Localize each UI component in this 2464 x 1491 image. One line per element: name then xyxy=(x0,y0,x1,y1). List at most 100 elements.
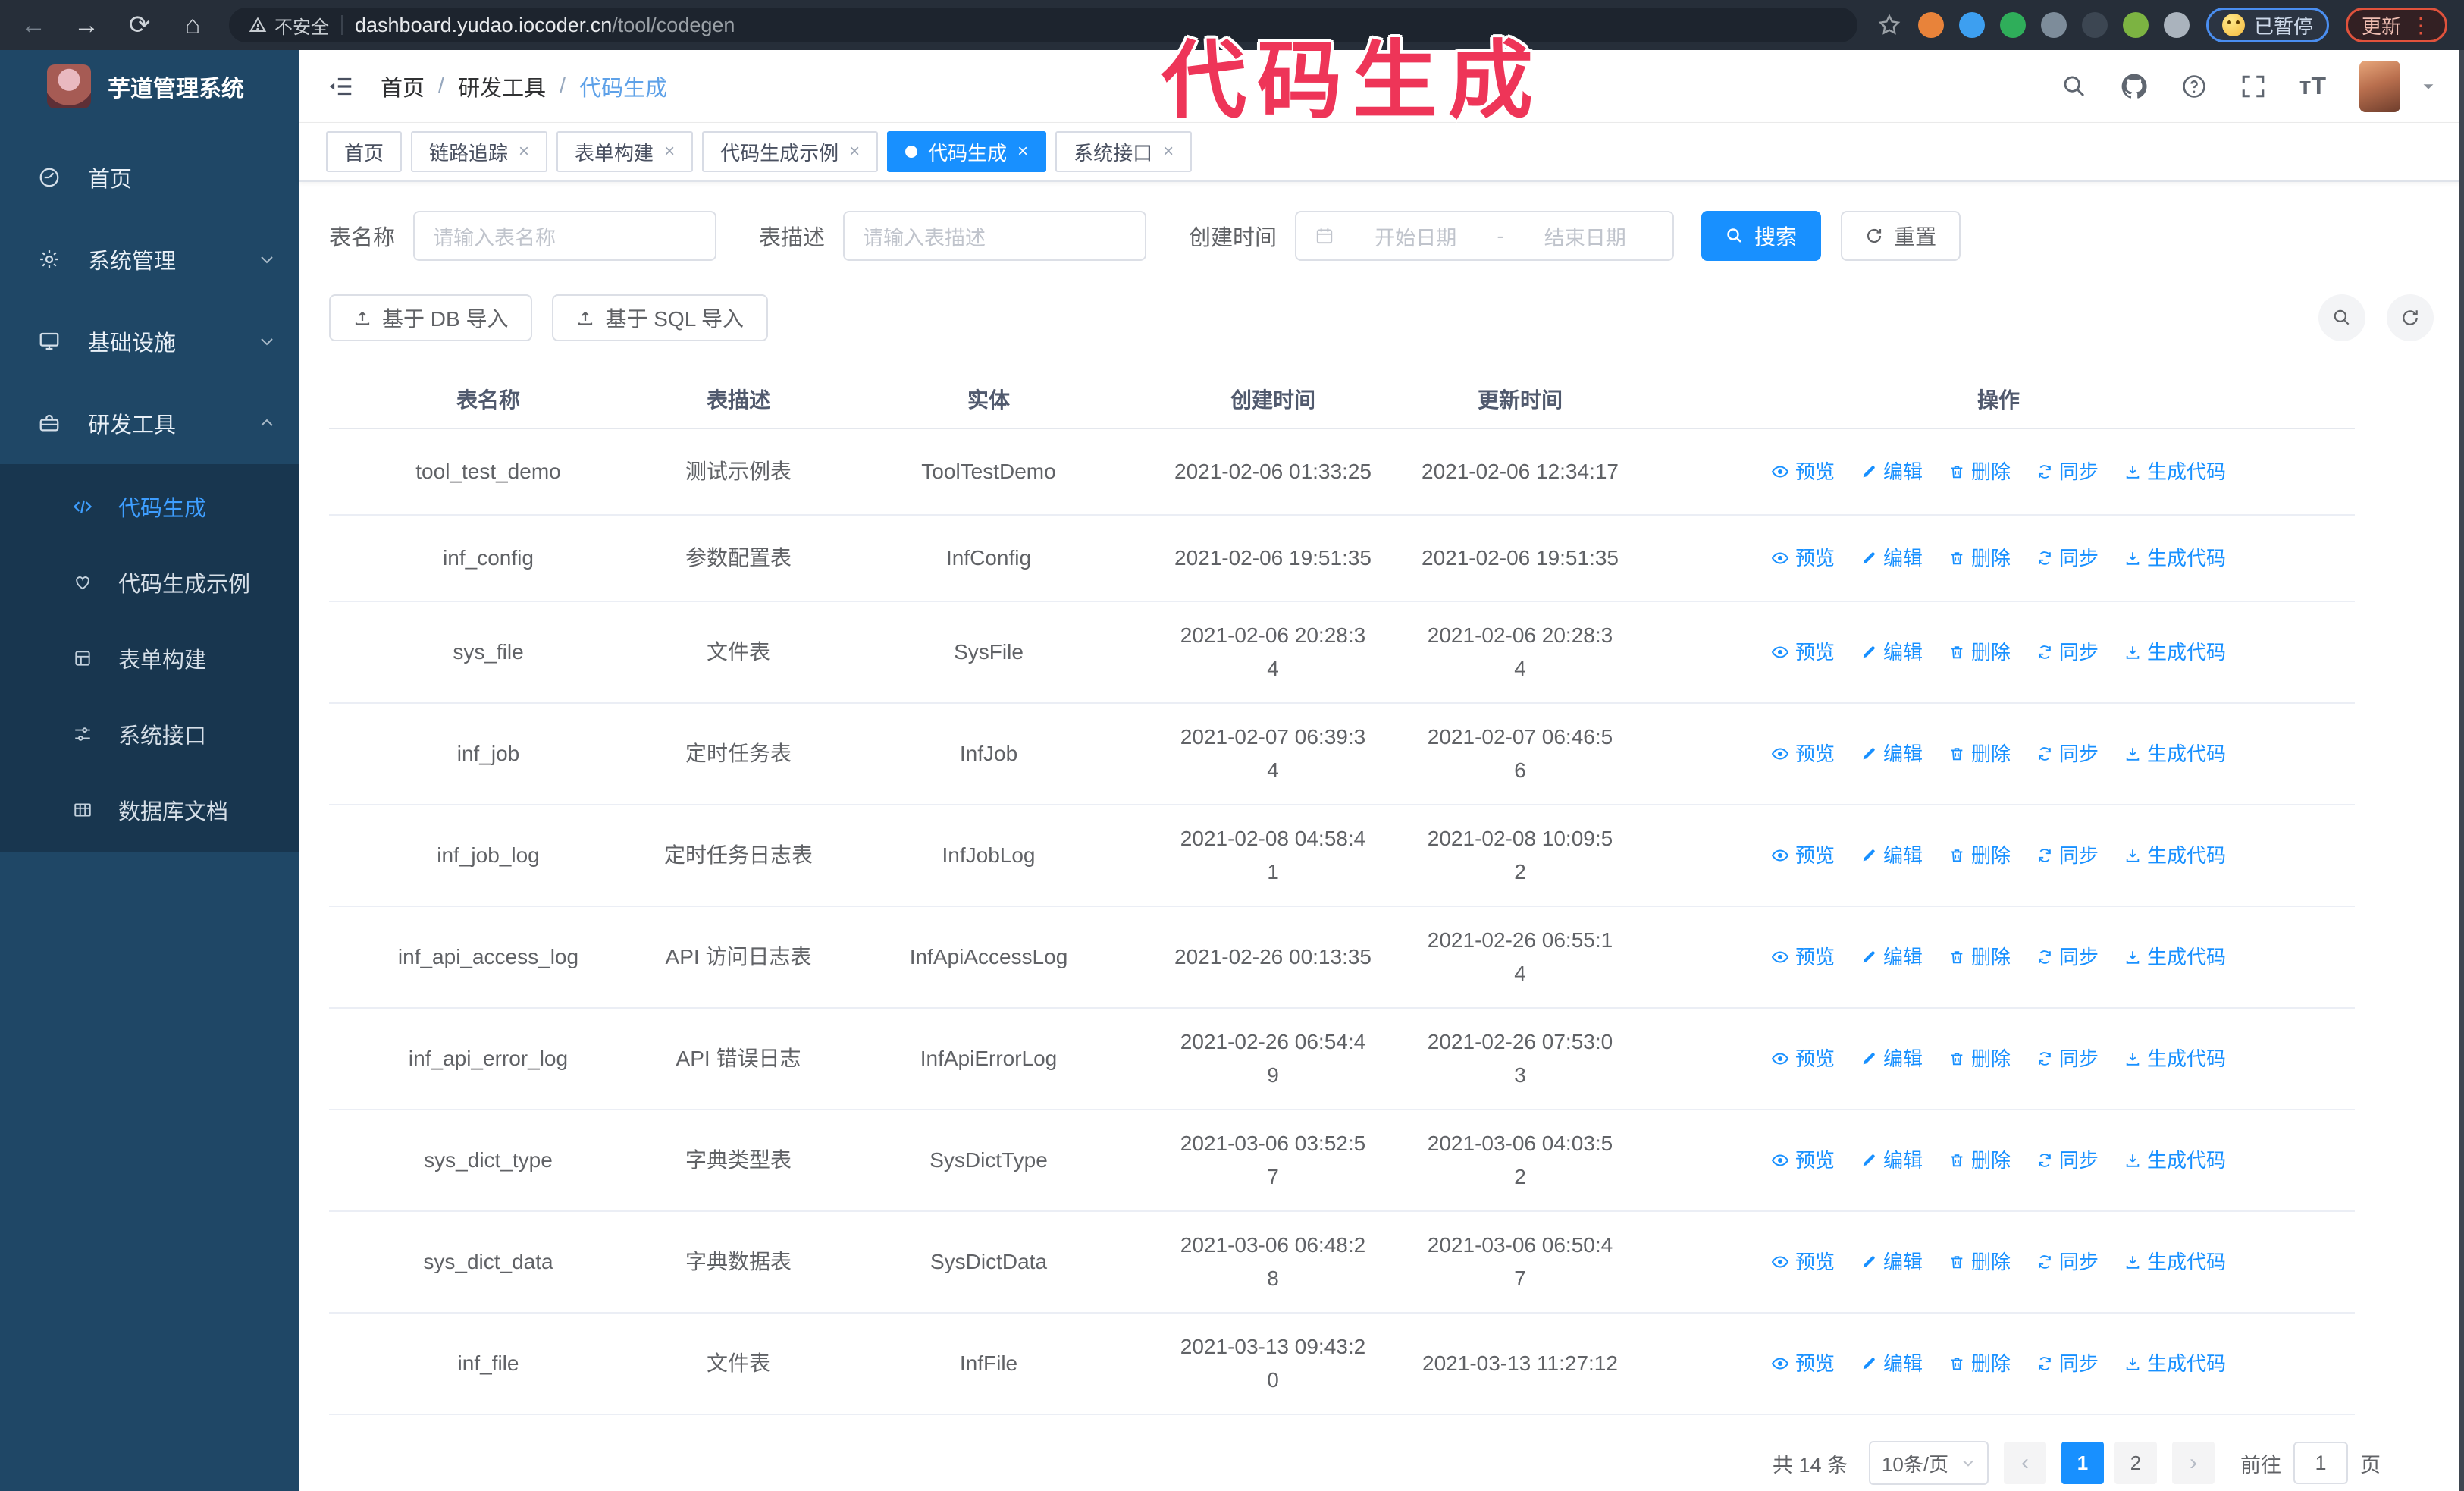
action-生成代码-link[interactable]: 生成代码 xyxy=(2124,455,2226,488)
action-删除-link[interactable]: 删除 xyxy=(1948,1347,2011,1380)
tab-首页[interactable]: 首页 xyxy=(326,131,403,172)
action-同步-link[interactable]: 同步 xyxy=(2036,1042,2099,1075)
action-预览-link[interactable]: 预览 xyxy=(1771,737,1835,771)
page-size-select[interactable]: 10条/页 xyxy=(1869,1441,1989,1485)
sidebar-item-基础设施[interactable]: 基础设施 xyxy=(0,300,299,382)
tab-close-icon[interactable]: × xyxy=(849,141,860,162)
app-logo[interactable]: 芋道管理系统 xyxy=(0,50,299,123)
action-编辑-link[interactable]: 编辑 xyxy=(1861,541,1923,575)
date-range-picker[interactable]: 开始日期 - 结束日期 xyxy=(1295,211,1675,261)
end-date-placeholder[interactable]: 结束日期 xyxy=(1516,221,1655,251)
action-同步-link[interactable]: 同步 xyxy=(2036,940,2099,974)
sidebar-item-首页[interactable]: 首页 xyxy=(0,137,299,218)
tab-代码生成[interactable]: 代码生成 × xyxy=(887,131,1047,172)
action-生成代码-link[interactable]: 生成代码 xyxy=(2124,1347,2226,1380)
action-删除-link[interactable]: 删除 xyxy=(1948,1042,2011,1075)
help-icon[interactable] xyxy=(2181,74,2207,99)
browser-menu-icon[interactable]: ⋮ xyxy=(2410,13,2431,38)
action-同步-link[interactable]: 同步 xyxy=(2036,1347,2099,1380)
sidebar-subitem-数据库文档[interactable]: 数据库文档 xyxy=(0,772,299,848)
action-预览-link[interactable]: 预览 xyxy=(1771,940,1835,974)
refresh-table-button[interactable] xyxy=(2387,294,2434,341)
toggle-search-button[interactable] xyxy=(2318,294,2365,341)
action-预览-link[interactable]: 预览 xyxy=(1771,636,1835,669)
star-icon[interactable] xyxy=(1877,13,1901,37)
table-name-input[interactable]: 请输入表名称 xyxy=(413,211,717,261)
action-删除-link[interactable]: 删除 xyxy=(1948,541,2011,575)
tab-close-icon[interactable]: × xyxy=(1017,141,1028,162)
tab-链路追踪[interactable]: 链路追踪 × xyxy=(411,131,548,172)
import-db-button[interactable]: 基于 DB 导入 xyxy=(329,294,533,341)
action-预览-link[interactable]: 预览 xyxy=(1771,1144,1835,1177)
extension-gray-grid-icon[interactable] xyxy=(2040,12,2067,38)
action-编辑-link[interactable]: 编辑 xyxy=(1861,940,1923,974)
action-编辑-link[interactable]: 编辑 xyxy=(1861,839,1923,872)
action-同步-link[interactable]: 同步 xyxy=(2036,636,2099,669)
tab-系统接口[interactable]: 系统接口 × xyxy=(1055,131,1193,172)
action-同步-link[interactable]: 同步 xyxy=(2036,1245,2099,1279)
address-bar[interactable]: 不安全 dashboard.yudao.iocoder.cn/tool/code… xyxy=(229,8,1857,42)
sidebar-subitem-系统接口[interactable]: 系统接口 xyxy=(0,696,299,772)
page-button-1[interactable]: 1 xyxy=(2061,1442,2104,1484)
action-删除-link[interactable]: 删除 xyxy=(1948,636,2011,669)
reload-icon[interactable]: ⟳ xyxy=(123,10,156,40)
action-编辑-link[interactable]: 编辑 xyxy=(1861,636,1923,669)
breadcrumb-home[interactable]: 首页 xyxy=(381,71,425,102)
action-生成代码-link[interactable]: 生成代码 xyxy=(2124,1042,2226,1075)
action-编辑-link[interactable]: 编辑 xyxy=(1861,1245,1923,1279)
prev-page-button[interactable]: ‹ xyxy=(2004,1442,2046,1484)
action-生成代码-link[interactable]: 生成代码 xyxy=(2124,839,2226,872)
action-生成代码-link[interactable]: 生成代码 xyxy=(2124,1245,2226,1279)
sidebar-subitem-代码生成[interactable]: 代码生成 xyxy=(0,469,299,545)
tab-close-icon[interactable]: × xyxy=(519,141,529,162)
action-删除-link[interactable]: 删除 xyxy=(1948,455,2011,488)
extension-green-person-icon[interactable] xyxy=(2122,12,2149,38)
action-生成代码-link[interactable]: 生成代码 xyxy=(2124,737,2226,771)
github-icon[interactable] xyxy=(2121,73,2148,100)
action-同步-link[interactable]: 同步 xyxy=(2036,1144,2099,1177)
action-同步-link[interactable]: 同步 xyxy=(2036,839,2099,872)
font-size-icon[interactable]: тT xyxy=(2299,72,2326,100)
chrome-update-button[interactable]: 更新 ⋮ xyxy=(2345,8,2447,42)
action-编辑-link[interactable]: 编辑 xyxy=(1861,455,1923,488)
goto-page-input[interactable]: 1 xyxy=(2293,1442,2348,1484)
not-secure-warning[interactable]: 不安全 xyxy=(249,12,329,39)
action-生成代码-link[interactable]: 生成代码 xyxy=(2124,541,2226,575)
action-生成代码-link[interactable]: 生成代码 xyxy=(2124,940,2226,974)
action-删除-link[interactable]: 删除 xyxy=(1948,1144,2011,1177)
action-编辑-link[interactable]: 编辑 xyxy=(1861,1144,1923,1177)
action-编辑-link[interactable]: 编辑 xyxy=(1861,1347,1923,1380)
action-编辑-link[interactable]: 编辑 xyxy=(1861,1042,1923,1075)
action-同步-link[interactable]: 同步 xyxy=(2036,737,2099,771)
action-删除-link[interactable]: 删除 xyxy=(1948,737,2011,771)
tab-代码生成示例[interactable]: 代码生成示例 × xyxy=(702,131,879,172)
action-预览-link[interactable]: 预览 xyxy=(1771,839,1835,872)
search-button[interactable]: 搜索 xyxy=(1701,211,1822,261)
next-page-button[interactable]: › xyxy=(2172,1442,2215,1484)
forward-icon[interactable]: → xyxy=(70,11,103,40)
table-desc-input[interactable]: 请输入表描述 xyxy=(843,211,1147,261)
page-button-2[interactable]: 2 xyxy=(2114,1442,2157,1484)
start-date-placeholder[interactable]: 开始日期 xyxy=(1346,221,1485,251)
reset-button[interactable]: 重置 xyxy=(1841,211,1961,261)
tab-close-icon[interactable]: × xyxy=(664,141,675,162)
action-删除-link[interactable]: 删除 xyxy=(1948,940,2011,974)
user-menu-caret-icon[interactable] xyxy=(2420,78,2437,95)
sidebar-subitem-代码生成示例[interactable]: 代码生成示例 xyxy=(0,545,299,620)
action-同步-link[interactable]: 同步 xyxy=(2036,455,2099,488)
action-预览-link[interactable]: 预览 xyxy=(1771,1042,1835,1075)
back-icon[interactable]: ← xyxy=(17,11,50,40)
fullscreen-icon[interactable] xyxy=(2240,74,2266,99)
extension-puzzle-icon[interactable] xyxy=(2163,12,2190,38)
extension-green-check-icon[interactable] xyxy=(1999,12,2026,38)
action-编辑-link[interactable]: 编辑 xyxy=(1861,737,1923,771)
import-sql-button[interactable]: 基于 SQL 导入 xyxy=(552,294,769,341)
action-预览-link[interactable]: 预览 xyxy=(1771,1245,1835,1279)
search-icon[interactable] xyxy=(2061,74,2087,99)
action-生成代码-link[interactable]: 生成代码 xyxy=(2124,636,2226,669)
home-icon[interactable]: ⌂ xyxy=(176,11,209,40)
action-同步-link[interactable]: 同步 xyxy=(2036,541,2099,575)
action-预览-link[interactable]: 预览 xyxy=(1771,455,1835,488)
action-删除-link[interactable]: 删除 xyxy=(1948,839,2011,872)
sidebar-item-系统管理[interactable]: 系统管理 xyxy=(0,218,299,300)
